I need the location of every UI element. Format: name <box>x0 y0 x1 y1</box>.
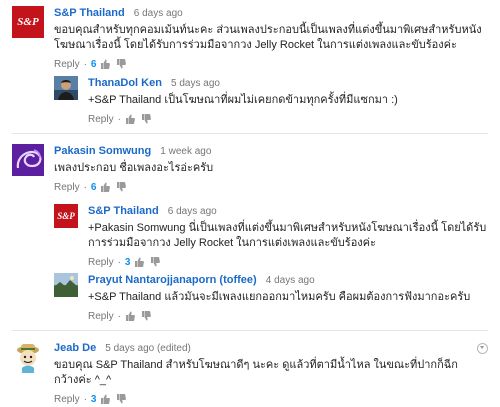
comment-text: +S&P Thailand แล้วมันจะมีเพลงแยกออกมาไหม… <box>88 291 471 303</box>
like-count: 6 <box>90 59 97 70</box>
comment-author[interactable]: Jeab De <box>54 342 96 354</box>
avatar[interactable] <box>12 341 44 373</box>
thumbs-up-icon[interactable] <box>100 182 111 192</box>
like-count: 6 <box>90 182 97 193</box>
comment-thread: Pakasin Somwung 1 week ago เพลงประกอบ ชื… <box>12 144 488 193</box>
reply-button[interactable]: Reply <box>88 114 114 125</box>
comment-reply: ThanaDol Ken 5 days ago +S&P Thailand เป… <box>54 76 488 125</box>
reply-button[interactable]: Reply <box>88 257 114 268</box>
avatar[interactable] <box>54 273 78 297</box>
comment-text: เพลงประกอบ ชื่อเพลงอะไรอ่ะครับ <box>54 162 214 174</box>
comment-timestamp[interactable]: 4 days ago <box>266 275 315 286</box>
thread-divider <box>12 133 488 134</box>
thumbs-down-icon[interactable] <box>116 59 127 69</box>
thread-divider <box>12 330 488 331</box>
thumbs-up-icon[interactable] <box>125 114 135 124</box>
comment-timestamp[interactable]: 1 week ago <box>160 146 211 157</box>
thumbs-up-icon[interactable] <box>100 394 111 404</box>
avatar[interactable] <box>54 76 78 100</box>
comment-actions: Reply · <box>88 310 488 324</box>
comment-actions: Reply · 6 <box>54 58 488 72</box>
comment-author[interactable]: S&P Thailand <box>88 205 159 217</box>
reply-button[interactable]: Reply <box>54 182 80 193</box>
comment-author[interactable]: Pakasin Somwung <box>54 145 151 157</box>
comment-thread: Jeab De 5 days ago (edited) ขอบคุณ S&P T… <box>12 341 472 405</box>
thumbs-up-icon[interactable] <box>100 59 111 69</box>
comment-actions: Reply · 3 <box>88 256 488 270</box>
comment-text: ขอบคุณ S&P Thailand สำหรับโฆษณาดีๆ นะคะ … <box>54 359 458 386</box>
thumbs-down-icon[interactable] <box>141 114 151 124</box>
comment-author[interactable]: S&P Thailand <box>54 7 125 19</box>
comment-author[interactable]: ThanaDol Ken <box>88 77 162 89</box>
user-photo-icon <box>54 76 78 100</box>
avatar[interactable] <box>12 144 44 176</box>
comment-text: +S&P Thailand เป็นโฆษณาที่ผมไม่เคยกดข้าม… <box>88 94 398 106</box>
comment-timestamp[interactable]: 5 days ago (edited) <box>105 343 191 354</box>
thumbs-down-icon[interactable] <box>116 182 127 192</box>
comment-timestamp[interactable]: 6 days ago <box>134 8 183 19</box>
comment-reply: Prayut Nantarojjanaporn (toffee) 4 days … <box>54 273 488 322</box>
sp-logo-icon: S&P <box>12 6 44 38</box>
thumbs-down-icon[interactable] <box>141 311 151 321</box>
comment-text: ขอบคุณสำหรับทุกคอมเม้นท์นะคะ ส่วนเพลงประ… <box>54 24 482 51</box>
comment-author[interactable]: Prayut Nantarojjanaporn (toffee) <box>88 274 257 286</box>
comment-actions: Reply · <box>88 113 488 127</box>
thumbs-up-icon[interactable] <box>125 311 135 321</box>
reply-button[interactable]: Reply <box>54 59 80 70</box>
reply-button[interactable]: Reply <box>88 311 114 322</box>
comment-actions: Reply · 6 <box>54 181 488 195</box>
comment-reply: S&P S&P Thailand 6 days ago +Pakasin Som… <box>54 204 488 268</box>
landscape-photo-icon <box>54 273 78 297</box>
comment-timestamp[interactable]: 6 days ago <box>168 206 217 217</box>
purple-swirl-icon <box>12 144 44 176</box>
avatar[interactable]: S&P <box>12 6 44 38</box>
thumbs-up-icon[interactable] <box>134 257 145 267</box>
comment-timestamp[interactable]: 5 days ago <box>171 78 220 89</box>
comment-actions: Reply · 3 <box>54 393 472 407</box>
thumbs-down-icon[interactable] <box>116 394 127 404</box>
thumbs-down-icon[interactable] <box>150 257 161 267</box>
sp-logo-icon: S&P <box>54 204 78 228</box>
comment-text: +Pakasin Somwung นี่เป็นเพลงที่แต่งขึ้นม… <box>88 222 487 249</box>
like-count: 3 <box>124 257 131 268</box>
comment-thread: S&P S&P Thailand 6 days ago ขอบคุณสำหรับ… <box>12 6 488 70</box>
avatar[interactable]: S&P <box>54 204 78 228</box>
comment-menu-icon[interactable] <box>477 343 488 354</box>
cartoon-character-icon <box>12 341 44 373</box>
